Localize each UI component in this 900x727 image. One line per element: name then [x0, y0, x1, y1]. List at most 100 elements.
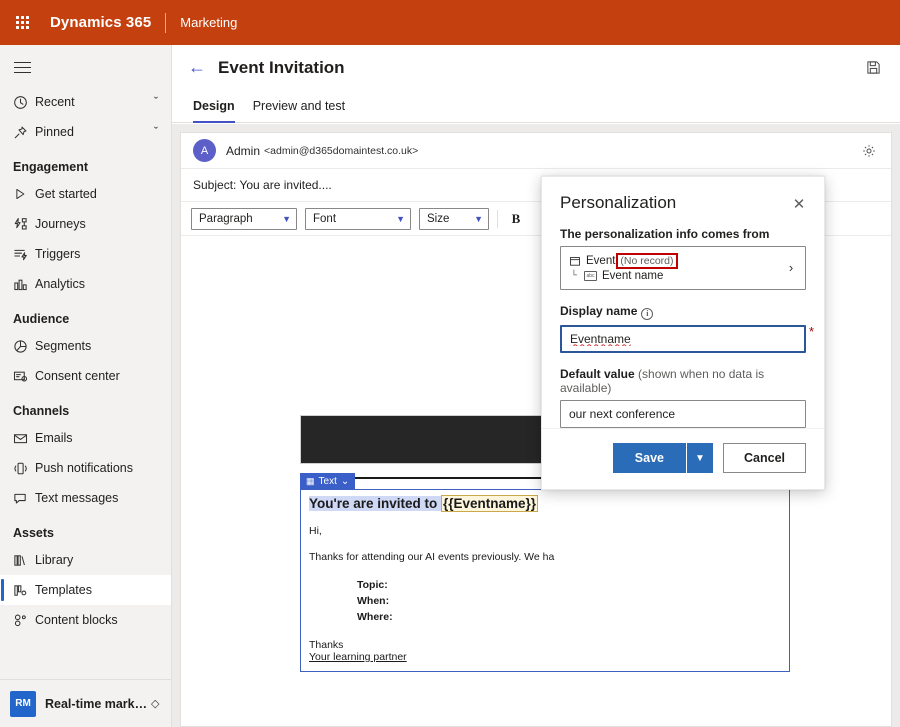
clock-icon [13, 93, 35, 111]
email-headline[interactable]: You're are invited to {{Eventname}} [309, 496, 781, 511]
dynamics365-marketing-window: Dynamics 365 Marketing Recent ˇ [0, 0, 900, 727]
avatar: A [193, 139, 216, 162]
chevron-down-icon[interactable]: ˇ [149, 95, 163, 109]
default-value-group: Default value (shown when no data is ava… [560, 367, 806, 428]
dialog-footer: Save ▼ Cancel [542, 428, 824, 489]
sidebar-item-library[interactable]: Library [0, 545, 171, 575]
analytics-icon [13, 275, 35, 293]
font-family-select[interactable]: Font ▼ [305, 208, 411, 230]
sidebar-group-audience: Audience [0, 299, 171, 331]
app-name[interactable]: Marketing [180, 15, 237, 30]
sidebar-item-text-messages[interactable]: Text messages [0, 483, 171, 513]
area-switcher-label: Real-time marketi... [45, 697, 149, 711]
save-disk-icon[interactable] [862, 57, 884, 79]
sidebar-item-label: Analytics [35, 277, 163, 291]
paragraph-style-select[interactable]: Paragraph ▼ [191, 208, 297, 230]
content-blocks-icon [13, 611, 35, 629]
default-value-input[interactable] [560, 400, 806, 428]
tree-elbow-glyph: └ [569, 271, 584, 282]
app-area-switcher[interactable]: RM Real-time marketi... ◇ [0, 679, 171, 727]
sidebar-item-label: Content blocks [35, 613, 163, 627]
display-name-label: Display name i [560, 304, 806, 320]
sidebar-group-channels: Channels [0, 391, 171, 423]
calendar-entity-icon [569, 255, 584, 267]
email-greeting: Hi, [309, 525, 781, 537]
display-name-group: Display namei * [560, 304, 806, 353]
email-detail-line: Topic: [357, 577, 781, 593]
chevron-right-icon[interactable]: › [783, 260, 799, 275]
sidebar-item-label: Push notifications [35, 461, 163, 475]
app-launcher-icon[interactable] [0, 0, 44, 45]
block-type-glyph: ▦ [306, 476, 315, 487]
tab-preview-and-test[interactable]: Preview and test [244, 90, 354, 122]
save-button[interactable]: Save [613, 443, 686, 473]
sidebar-item-label: Emails [35, 431, 163, 445]
chevron-down-icon[interactable]: ▼ [687, 443, 713, 473]
sidebar-item-get-started[interactable]: Get started [0, 179, 171, 209]
display-name-label-text: Display name [560, 304, 637, 318]
personalization-token-eventname[interactable]: {{Eventname}} [441, 495, 538, 512]
hamburger-menu-icon[interactable] [0, 47, 171, 87]
sidebar-item-content-blocks[interactable]: Content blocks [0, 605, 171, 635]
sidebar-item-emails[interactable]: Emails [0, 423, 171, 453]
required-marker: * [809, 324, 814, 339]
default-value-label-text: Default value [560, 367, 635, 381]
dialog-title: Personalization [560, 193, 788, 213]
source-entity-name: Event [586, 255, 615, 267]
sidebar-item-templates[interactable]: Templates [0, 575, 171, 605]
product-name[interactable]: Dynamics 365 [44, 14, 151, 31]
email-paragraph: Thanks for attending our AI events previ… [309, 551, 781, 563]
text-block-icon[interactable]: ▦ Text ⌄ [300, 473, 355, 489]
email-detail-line: Where: [357, 609, 781, 625]
library-books-icon [13, 551, 35, 569]
area-badge: RM [10, 691, 36, 717]
bold-button[interactable]: B [506, 209, 526, 229]
consent-center-icon [13, 367, 35, 385]
tab-design[interactable]: Design [184, 90, 244, 122]
templates-icon [13, 581, 35, 599]
sidebar-scroll-region: Recent ˇ Pinned ˇ Engagement [0, 45, 171, 679]
play-triangle-icon [13, 185, 35, 203]
email-sender-row: A Admin <admin@d365domaintest.co.uk> [181, 133, 891, 169]
sidebar-item-pinned[interactable]: Pinned ˇ [0, 117, 171, 147]
email-text-block[interactable]: ▦ Text ⌄ You're are invited to {{Eventna… [300, 489, 790, 672]
font-size-select[interactable]: Size ▼ [419, 208, 489, 230]
sidebar-group-assets: Assets [0, 513, 171, 545]
sidebar-item-triggers[interactable]: Triggers [0, 239, 171, 269]
sidebar-item-label: Library [35, 553, 163, 567]
sender-address: <admin@d365domaintest.co.uk> [264, 145, 418, 157]
up-down-chevron-icon[interactable]: ◇ [151, 697, 159, 710]
sidebar-item-journeys[interactable]: Journeys [0, 209, 171, 239]
email-headline-text: You're are invited to [309, 496, 441, 511]
pin-icon [13, 123, 35, 141]
display-name-input[interactable] [560, 325, 806, 353]
sidebar-item-push-notifications[interactable]: Push notifications [0, 453, 171, 483]
sidebar-item-label: Segments [35, 339, 163, 353]
cancel-button[interactable]: Cancel [723, 443, 806, 473]
page-header: ← Event Invitation [172, 45, 900, 90]
gear-icon[interactable] [859, 141, 879, 161]
source-field-name: Event name [602, 270, 663, 282]
source-field-row: └ abc Event name [569, 270, 783, 282]
sender-name: Admin [226, 144, 260, 158]
sidebar-item-recent[interactable]: Recent ˇ [0, 87, 171, 117]
sidebar-group-engagement: Engagement [0, 147, 171, 179]
default-value-label: Default value (shown when no data is ava… [560, 367, 806, 395]
sidebar-item-segments[interactable]: Segments [0, 331, 171, 361]
left-navigation-sidebar: Recent ˇ Pinned ˇ Engagement [0, 45, 172, 727]
sidebar-item-consent-center[interactable]: Consent center [0, 361, 171, 391]
text-field-abc-icon: abc [584, 271, 597, 281]
email-detail-line: When: [357, 593, 781, 609]
back-arrow-icon[interactable]: ← [184, 55, 210, 81]
sidebar-item-label: Templates [35, 583, 163, 597]
chevron-down-icon: ▼ [474, 214, 483, 224]
personalization-source-selector[interactable]: Event (No record) └ abc Event name › [560, 246, 806, 290]
source-entity-row: Event (No record) [569, 253, 783, 269]
sidebar-item-analytics[interactable]: Analytics [0, 269, 171, 299]
chevron-down-icon[interactable]: ˇ [149, 125, 163, 139]
close-x-icon[interactable]: ✕ [788, 193, 810, 215]
envelope-icon [13, 429, 35, 447]
info-circle-icon[interactable]: i [641, 308, 653, 320]
sidebar-item-label: Triggers [35, 247, 163, 261]
chevron-down-icon: ▼ [282, 214, 291, 224]
